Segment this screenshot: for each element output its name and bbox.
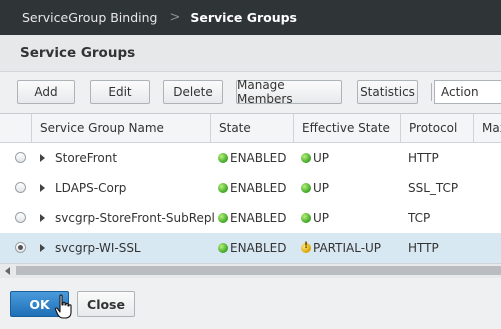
page-title: Service Groups [20, 45, 136, 61]
effective-state-text: UP [313, 211, 330, 225]
table-header: Service Group Name State Effective State… [0, 114, 501, 143]
expand-arrow-icon[interactable] [40, 184, 45, 192]
statistics-button[interactable]: Statistics [357, 80, 418, 104]
effective-state-text: UP [313, 181, 330, 195]
state-text: ENABLED [230, 241, 287, 255]
expand-arrow-icon[interactable] [40, 244, 45, 252]
protocol-cell: HTTP [408, 241, 439, 255]
state-text: ENABLED [230, 211, 287, 225]
table-row[interactable]: svcgrp-StoreFront-SubRepl ENABLED UP TCP [0, 203, 501, 234]
effective-state-text: UP [313, 151, 330, 165]
table-row[interactable]: LDAPS-Corp ENABLED UP SSL_TCP [0, 173, 501, 204]
table-row-selected[interactable]: svcgrp-WI-SSL ENABLED PARTIAL-UP HTTP [0, 233, 501, 263]
column-header-max[interactable]: Max [473, 114, 501, 142]
manage-members-button[interactable]: Manage Members [236, 78, 342, 106]
hand-cursor-icon [54, 294, 72, 319]
page-header: Service Groups [0, 35, 501, 72]
breadcrumb-separator: > [169, 10, 181, 25]
status-up-icon [301, 213, 311, 223]
effective-state-cell: PARTIAL-UP [293, 233, 381, 263]
status-up-icon [301, 183, 311, 193]
state-cell: ENABLED [210, 203, 287, 233]
state-cell: ENABLED [210, 143, 287, 173]
service-groups-table: Service Group Name State Effective State… [0, 113, 501, 263]
row-select-radio[interactable] [15, 242, 26, 253]
column-header-effective-state[interactable]: Effective State [293, 114, 400, 142]
status-enabled-icon [218, 183, 228, 193]
state-text: ENABLED [230, 151, 287, 165]
status-up-icon [301, 153, 311, 163]
breadcrumb-parent-link[interactable]: ServiceGroup Binding [22, 10, 157, 25]
edit-button[interactable]: Edit [90, 80, 150, 104]
column-header-select [0, 114, 31, 142]
close-button[interactable]: Close [77, 291, 135, 317]
column-header-name[interactable]: Service Group Name [31, 114, 210, 142]
expand-arrow-icon[interactable] [40, 154, 45, 162]
state-text: ENABLED [230, 181, 287, 195]
action-dropdown-label: Action [441, 85, 479, 99]
action-dropdown[interactable]: Action [431, 80, 501, 104]
add-button[interactable]: Add [17, 80, 75, 104]
state-cell: ENABLED [210, 233, 287, 263]
breadcrumb: ServiceGroup Binding > Service Groups [0, 0, 501, 35]
status-enabled-icon [218, 153, 228, 163]
dialog-footer: OK Close [0, 278, 501, 329]
service-group-name: LDAPS-Corp [55, 181, 127, 195]
service-group-name: StoreFront [55, 151, 118, 165]
scroll-left-arrow-icon[interactable] [5, 267, 10, 275]
column-header-protocol[interactable]: Protocol [400, 114, 473, 142]
service-group-name: svcgrp-StoreFront-SubRepl [55, 211, 215, 225]
expand-arrow-icon[interactable] [40, 214, 45, 222]
protocol-cell: HTTP [408, 151, 439, 165]
toolbar-divider [431, 83, 432, 101]
effective-state-cell: UP [293, 143, 329, 173]
toolbar: Add Edit Delete Manage Members Statistic… [0, 72, 501, 112]
status-enabled-icon [218, 243, 228, 253]
effective-state-cell: UP [293, 203, 329, 233]
effective-state-cell: UP [293, 173, 329, 203]
state-cell: ENABLED [210, 173, 287, 203]
column-header-state[interactable]: State [210, 114, 293, 142]
protocol-cell: TCP [408, 211, 431, 225]
breadcrumb-current: Service Groups [190, 10, 297, 25]
effective-state-text: PARTIAL-UP [313, 241, 382, 255]
protocol-cell: SSL_TCP [408, 181, 459, 195]
service-group-name: svcgrp-WI-SSL [55, 241, 141, 255]
delete-button[interactable]: Delete [163, 80, 223, 104]
row-select-radio[interactable] [15, 212, 26, 223]
row-select-radio[interactable] [15, 182, 26, 193]
status-enabled-icon [218, 213, 228, 223]
row-select-radio[interactable] [15, 152, 26, 163]
table-row[interactable]: StoreFront ENABLED UP HTTP [0, 143, 501, 174]
horizontal-scrollbar[interactable] [0, 263, 501, 279]
status-partial-icon [301, 241, 311, 253]
scrollbar-thumb[interactable] [16, 266, 501, 275]
